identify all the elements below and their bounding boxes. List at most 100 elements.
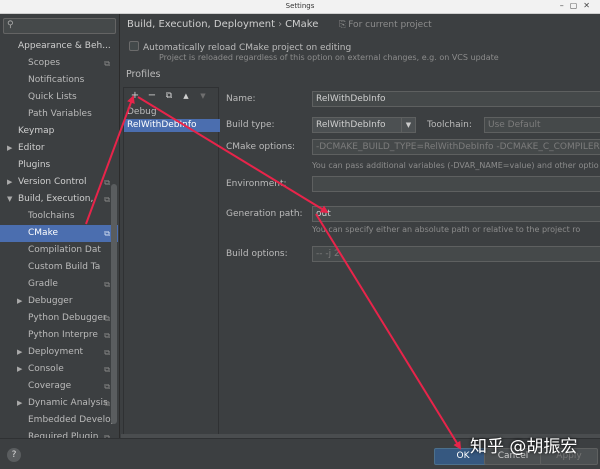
- sidebar-item-required-plugin[interactable]: Required Plugin ⧉: [0, 429, 118, 438]
- build-options-field[interactable]: -- -j 2: [312, 246, 600, 262]
- sidebar-item-label: Dynamic Analysis: [28, 398, 108, 408]
- maximize-icon[interactable]: ▢: [570, 1, 584, 10]
- profile-form: Name: RelWithDebInfo Build type: RelWith…: [220, 87, 600, 438]
- sidebar-item-label: Required Plugin: [28, 432, 99, 438]
- sidebar-item-python-interpre[interactable]: Python Interpre ⧉: [0, 327, 118, 344]
- sidebar-item-coverage[interactable]: Coverage ⧉: [0, 378, 118, 395]
- sidebar-item-scopes[interactable]: Scopes ⧉: [0, 55, 118, 72]
- add-profile-button[interactable]: +: [128, 89, 142, 103]
- sidebar-item-compilation-dat[interactable]: Compilation Dat: [0, 242, 118, 259]
- copy-profile-button[interactable]: ⧉: [162, 89, 176, 103]
- auto-reload-option[interactable]: Automatically reload CMake project on ed…: [129, 41, 351, 53]
- chevron-right-icon[interactable]: ▶: [7, 174, 12, 191]
- breadcrumb-current: CMake: [285, 19, 319, 30]
- sidebar-item-embedded-develop[interactable]: Embedded Develop: [0, 412, 118, 429]
- window-controls[interactable]: –▢✕: [560, 1, 596, 10]
- chevron-down-icon[interactable]: ▼: [401, 118, 415, 132]
- sidebar-item-appearance-beh[interactable]: Appearance & Beh...: [0, 38, 118, 55]
- settings-content: Build, Execution, Deployment › CMake ⎘ For …: [121, 14, 600, 438]
- sidebar-item-gradle[interactable]: Gradle ⧉: [0, 276, 118, 293]
- profile-item-debug[interactable]: Debug: [124, 106, 220, 119]
- profiles-list: Debug RelWithDebInfo: [124, 106, 220, 132]
- watermark: 知乎 @胡振宏: [470, 437, 578, 457]
- auto-reload-label: Automatically reload CMake project on ed…: [143, 43, 352, 53]
- profiles-heading: Profiles: [126, 69, 161, 80]
- sidebar-item-label: Appearance & Beh...: [18, 41, 111, 51]
- chevron-right-icon[interactable]: ▶: [17, 344, 22, 361]
- chevron-right-icon[interactable]: ▶: [17, 361, 22, 378]
- generation-path-note: You can specify either an absolute path …: [312, 225, 581, 234]
- sidebar-item-keymap[interactable]: Keymap: [0, 123, 118, 140]
- environment-field[interactable]: [312, 176, 600, 192]
- name-field[interactable]: RelWithDebInfo: [312, 91, 600, 107]
- sidebar-item-quick-lists[interactable]: Quick Lists: [0, 89, 118, 106]
- build-options-label: Build options:: [226, 249, 288, 259]
- close-icon[interactable]: ✕: [583, 1, 596, 10]
- sidebar-item-label: Debugger: [28, 296, 73, 306]
- profile-item-relwithdebinfo[interactable]: RelWithDebInfo: [124, 119, 220, 132]
- generation-path-field[interactable]: out: [312, 206, 600, 222]
- sidebar-item-label: Gradle: [28, 279, 58, 289]
- sidebar-item-label: Compilation Dat: [28, 245, 101, 255]
- cmake-options-field[interactable]: -DCMAKE_BUILD_TYPE=RelWithDebInfo -DCMAK…: [312, 139, 600, 155]
- sidebar-item-label: Toolchains: [28, 211, 75, 221]
- sidebar-item-label: Path Variables: [28, 109, 92, 119]
- profiles-panel: + − ⧉ ▲ ▼ Debug RelWithDebInfo: [123, 87, 220, 438]
- sidebar-item-version-control[interactable]: ▶ Version Control ⧉: [0, 174, 118, 191]
- scope-note-text: For current project: [348, 20, 432, 30]
- sidebar-item-path-variables[interactable]: Path Variables: [0, 106, 118, 123]
- sidebar-item-build-execution[interactable]: ▼ Build, Execution, ⧉: [0, 191, 118, 208]
- build-type-select[interactable]: RelWithDebInfo ▼: [312, 117, 416, 133]
- sidebar-item-cmake[interactable]: CMake ⧉: [0, 225, 118, 242]
- sidebar-item-label: Console: [28, 364, 64, 374]
- toolchain-label: Toolchain:: [427, 120, 472, 130]
- sidebar-item-python-debugger[interactable]: Python Debugger ⧉: [0, 310, 118, 327]
- sidebar-item-toolchains[interactable]: Toolchains: [0, 208, 118, 225]
- sidebar-item-custom-build-ta[interactable]: Custom Build Ta: [0, 259, 118, 276]
- sidebar-item-label: Editor: [18, 143, 45, 153]
- chevron-down-icon[interactable]: ▼: [7, 191, 12, 208]
- toolchain-select[interactable]: Use Default: [484, 117, 600, 133]
- window-titlebar: Settings –▢✕: [0, 0, 600, 14]
- project-level-icon: ⧉: [104, 348, 110, 357]
- sidebar-item-label: Version Control: [18, 177, 87, 187]
- chevron-right-icon[interactable]: ▶: [7, 140, 12, 157]
- settings-search[interactable]: ⚲: [3, 18, 116, 34]
- project-level-icon: ⧉: [104, 314, 110, 323]
- move-down-button[interactable]: ▼: [196, 89, 210, 103]
- auto-reload-checkbox[interactable]: [129, 41, 139, 51]
- build-type-label: Build type:: [226, 120, 275, 130]
- minimize-icon[interactable]: –: [560, 1, 570, 10]
- sidebar-item-label: Custom Build Ta: [28, 262, 101, 272]
- sidebar-scrollbar[interactable]: [111, 184, 117, 424]
- sidebar-item-deployment[interactable]: ▶ Deployment ⧉: [0, 344, 118, 361]
- sidebar-item-label: Scopes: [28, 58, 61, 68]
- move-up-button[interactable]: ▲: [179, 89, 193, 103]
- profiles-toolbar: + − ⧉ ▲ ▼: [124, 88, 220, 104]
- generation-path-label: Generation path:: [226, 209, 303, 219]
- search-icon: ⚲: [7, 20, 14, 30]
- sidebar-item-label: CMake: [28, 228, 58, 238]
- sidebar-item-console[interactable]: ▶ Console ⧉: [0, 361, 118, 378]
- sidebar-item-notifications[interactable]: Notifications: [0, 72, 118, 89]
- project-level-icon: ⧉: [104, 195, 110, 204]
- project-level-icon: ⧉: [104, 59, 110, 68]
- sidebar-item-label: Keymap: [18, 126, 55, 136]
- sidebar-item-label: Python Interpre: [28, 330, 98, 340]
- sidebar-item-plugins[interactable]: Plugins: [0, 157, 118, 174]
- sidebar-item-editor[interactable]: ▶ Editor: [0, 140, 118, 157]
- breadcrumb-parent: Build, Execution, Deployment: [127, 19, 276, 30]
- chevron-right-icon[interactable]: ▶: [17, 395, 22, 412]
- project-level-icon: ⧉: [104, 331, 110, 340]
- sidebar-item-label: Plugins: [18, 160, 51, 170]
- sidebar-item-label: Build, Execution,: [18, 194, 94, 204]
- breadcrumb: Build, Execution, Deployment › CMake: [127, 19, 318, 30]
- search-input[interactable]: [20, 20, 112, 32]
- sidebar-item-dynamic-analysis[interactable]: ▶ Dynamic Analysis ⧉: [0, 395, 118, 412]
- sidebar-item-debugger[interactable]: ▶ Debugger: [0, 293, 118, 310]
- project-level-icon: ⧉: [104, 178, 110, 187]
- project-level-icon: ⧉: [104, 433, 110, 438]
- chevron-right-icon[interactable]: ▶: [17, 293, 22, 310]
- remove-profile-button[interactable]: −: [145, 89, 159, 103]
- help-button[interactable]: ?: [7, 448, 21, 462]
